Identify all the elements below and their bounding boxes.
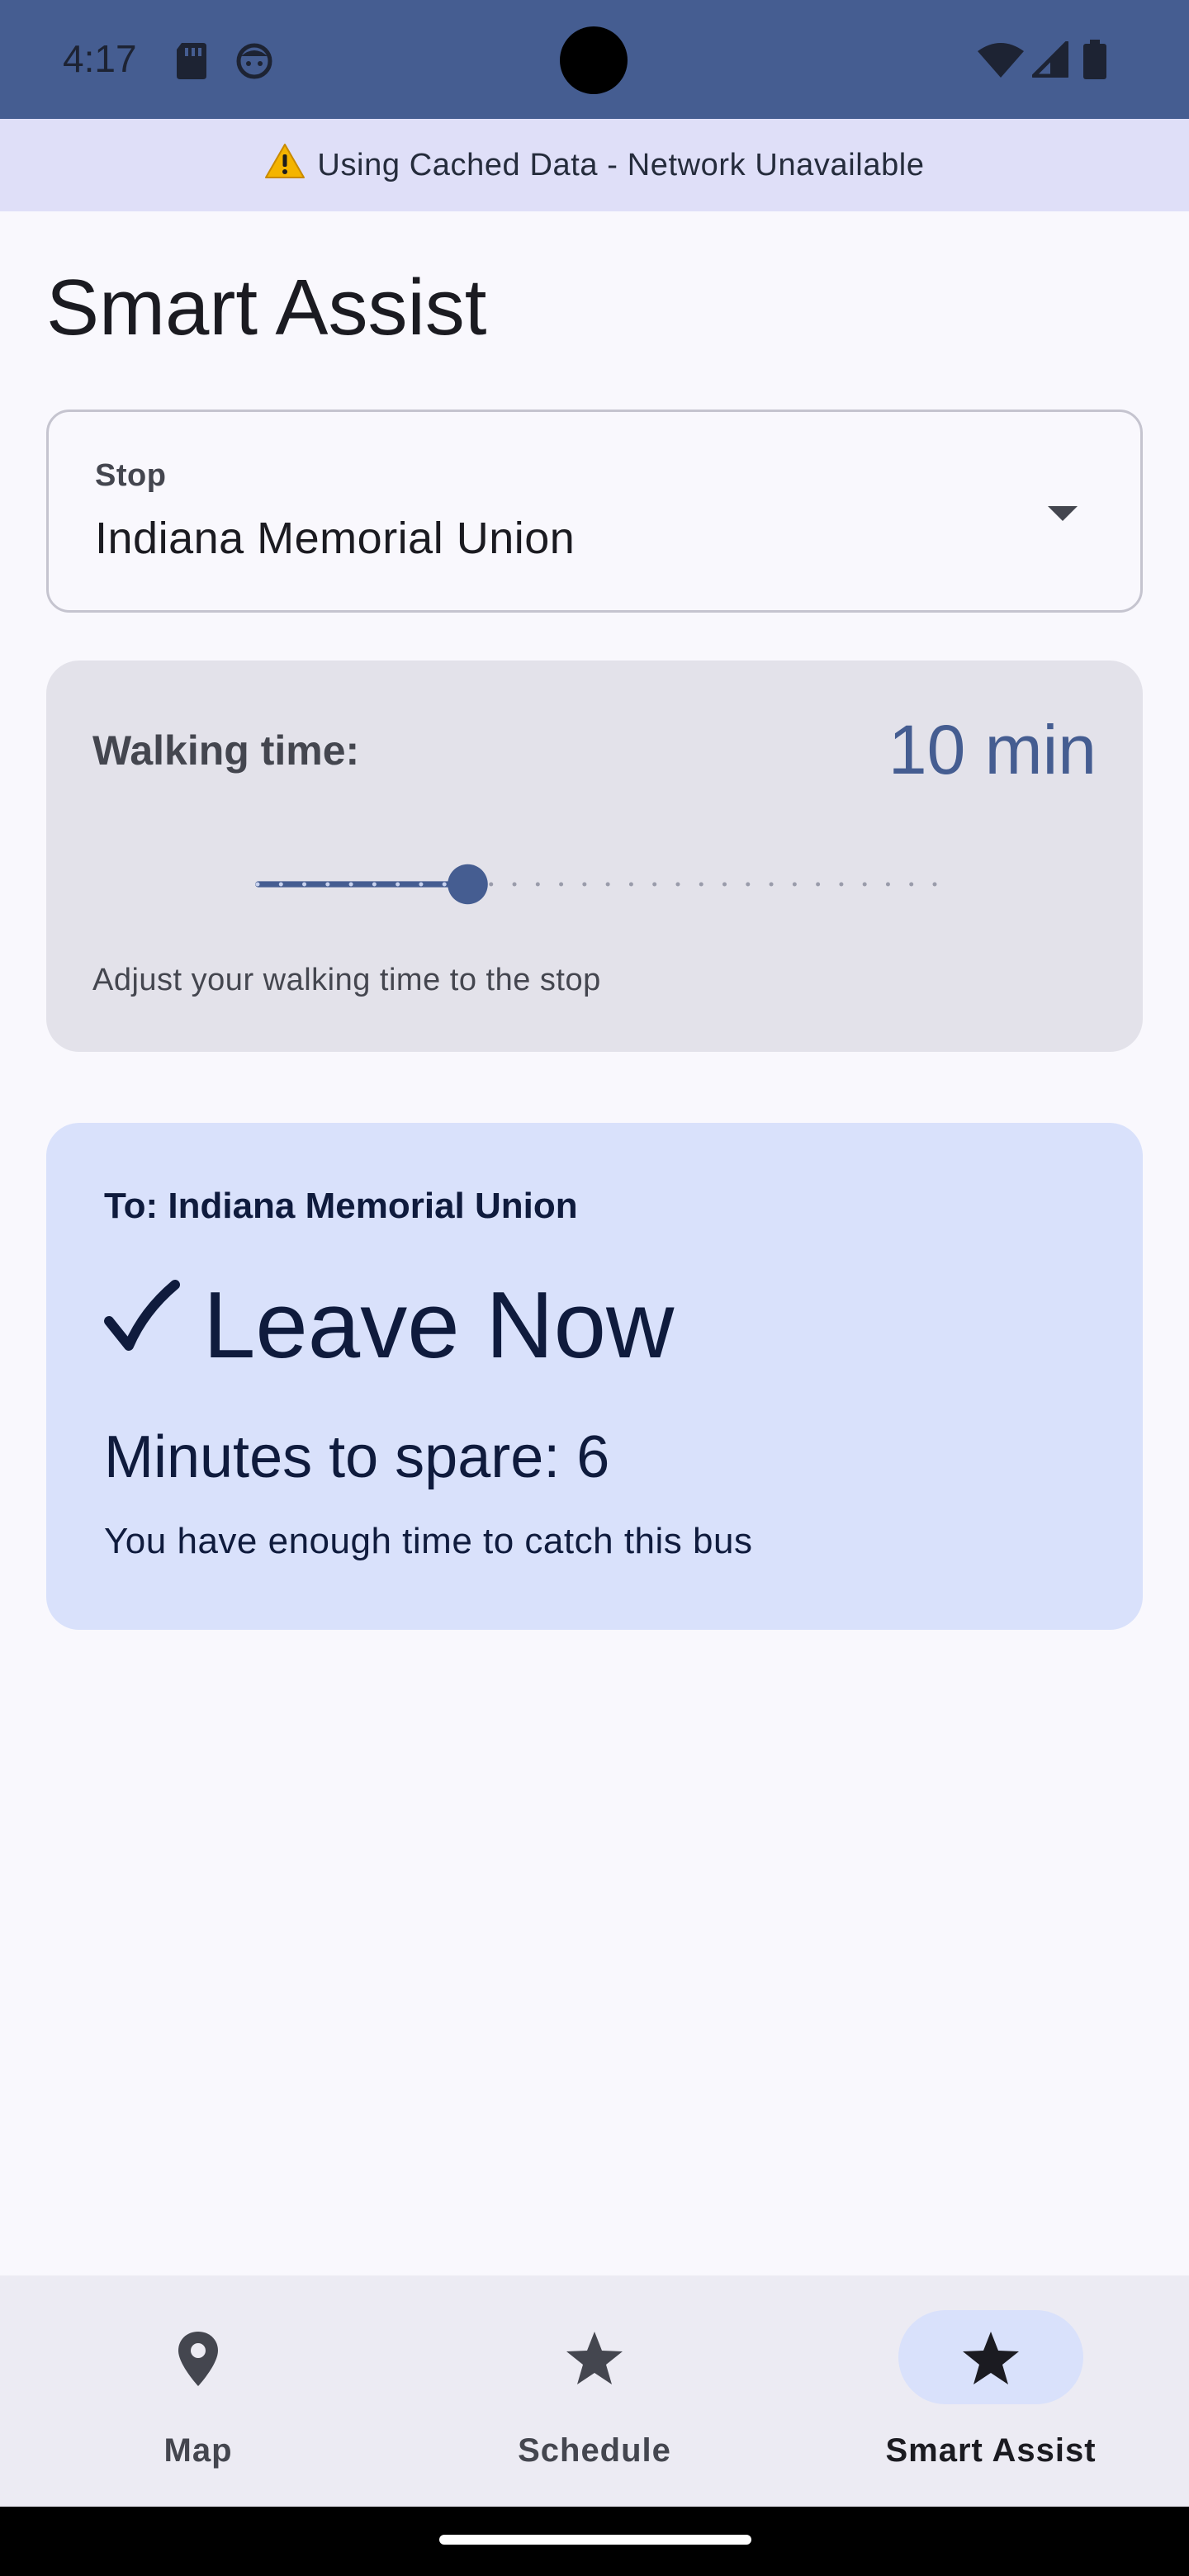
walking-time-value: 10 min [888, 711, 1097, 788]
nav-item-map[interactable]: Map [0, 2275, 396, 2507]
map-pin-icon [167, 2327, 230, 2394]
gesture-bar [0, 2507, 1189, 2576]
check-icon [101, 1271, 180, 1380]
slider-tick [559, 882, 564, 887]
slider-tick [325, 882, 330, 887]
slider-tick [675, 882, 680, 887]
slider-tick [348, 882, 353, 887]
slider-tick [628, 882, 633, 887]
minutes-to-spare: Minutes to spare: 6 [104, 1424, 610, 1490]
slider-tick [862, 882, 867, 887]
catch-bus-hint: You have enough time to catch this bus [104, 1521, 753, 1561]
wifi-icon [978, 43, 1024, 82]
walking-time-card: Walking time: 10 min Adjust your walking… [46, 661, 1143, 1052]
bottom-navigation: Map Schedule Smart Assist [0, 2275, 1189, 2507]
walking-time-label: Walking time: [92, 727, 360, 774]
camera-cutout [560, 26, 628, 94]
slider-tick [442, 882, 447, 887]
nav-item-schedule[interactable]: Schedule [396, 2275, 793, 2507]
slider-tick [605, 882, 610, 887]
star-icon [959, 2327, 1022, 2394]
slider-active-track [255, 881, 468, 888]
signal-icon [1031, 40, 1069, 82]
stop-value: Indiana Memorial Union [95, 514, 576, 563]
walking-time-hint: Adjust your walking time to the stop [92, 963, 601, 997]
slider-tick [932, 882, 937, 887]
slider-thumb[interactable] [448, 864, 488, 905]
slider-tick [722, 882, 727, 887]
leave-now-text: Leave Now [203, 1273, 675, 1378]
destination-label: To: Indiana Memorial Union [104, 1186, 578, 1226]
slider-tick [419, 882, 424, 887]
stop-label: Stop [95, 458, 167, 493]
slider-tick [255, 882, 260, 887]
slider-tick [792, 882, 797, 887]
slider-tick [816, 882, 821, 887]
sd-card-icon [175, 43, 208, 83]
gesture-handle[interactable] [439, 2535, 751, 2545]
slider-tick [652, 882, 657, 887]
slider-tick [489, 882, 494, 887]
page-title: Smart Assist [46, 263, 487, 352]
dropdown-arrow-icon[interactable] [1048, 506, 1078, 521]
status-bar: 4:17 [0, 0, 1189, 119]
status-time: 4:17 [63, 37, 137, 80]
offline-banner: Using Cached Data - Network Unavailable [0, 119, 1189, 211]
slider-tick [582, 882, 587, 887]
nav-item-smart-assist[interactable]: Smart Assist [793, 2275, 1189, 2507]
nav-label-map: Map [163, 2432, 233, 2469]
slider-tick [278, 882, 283, 887]
slider-tick [885, 882, 890, 887]
banner-text: Using Cached Data - Network Unavailable [317, 147, 925, 182]
nav-label-smart-assist: Smart Assist [885, 2432, 1097, 2469]
slider-tick [746, 882, 751, 887]
leave-now-headline: Leave Now [101, 1271, 674, 1380]
slider-tick [699, 882, 703, 887]
slider-tick [909, 882, 914, 887]
walking-time-slider[interactable] [116, 864, 1077, 905]
slider-tick [512, 882, 517, 887]
battery-icon [1083, 40, 1106, 83]
warning-icon [264, 143, 306, 187]
star-icon [563, 2327, 626, 2394]
slider-tick [535, 882, 540, 887]
face-icon [234, 41, 274, 85]
slider-tick [396, 882, 400, 887]
slider-tick [302, 882, 307, 887]
nav-label-schedule: Schedule [518, 2432, 671, 2469]
stop-dropdown[interactable]: Stop Indiana Memorial Union [46, 410, 1143, 613]
leave-status-card: To: Indiana Memorial Union Leave Now Min… [46, 1123, 1143, 1630]
slider-tick [769, 882, 774, 887]
slider-tick [372, 882, 377, 887]
slider-tick [839, 882, 844, 887]
